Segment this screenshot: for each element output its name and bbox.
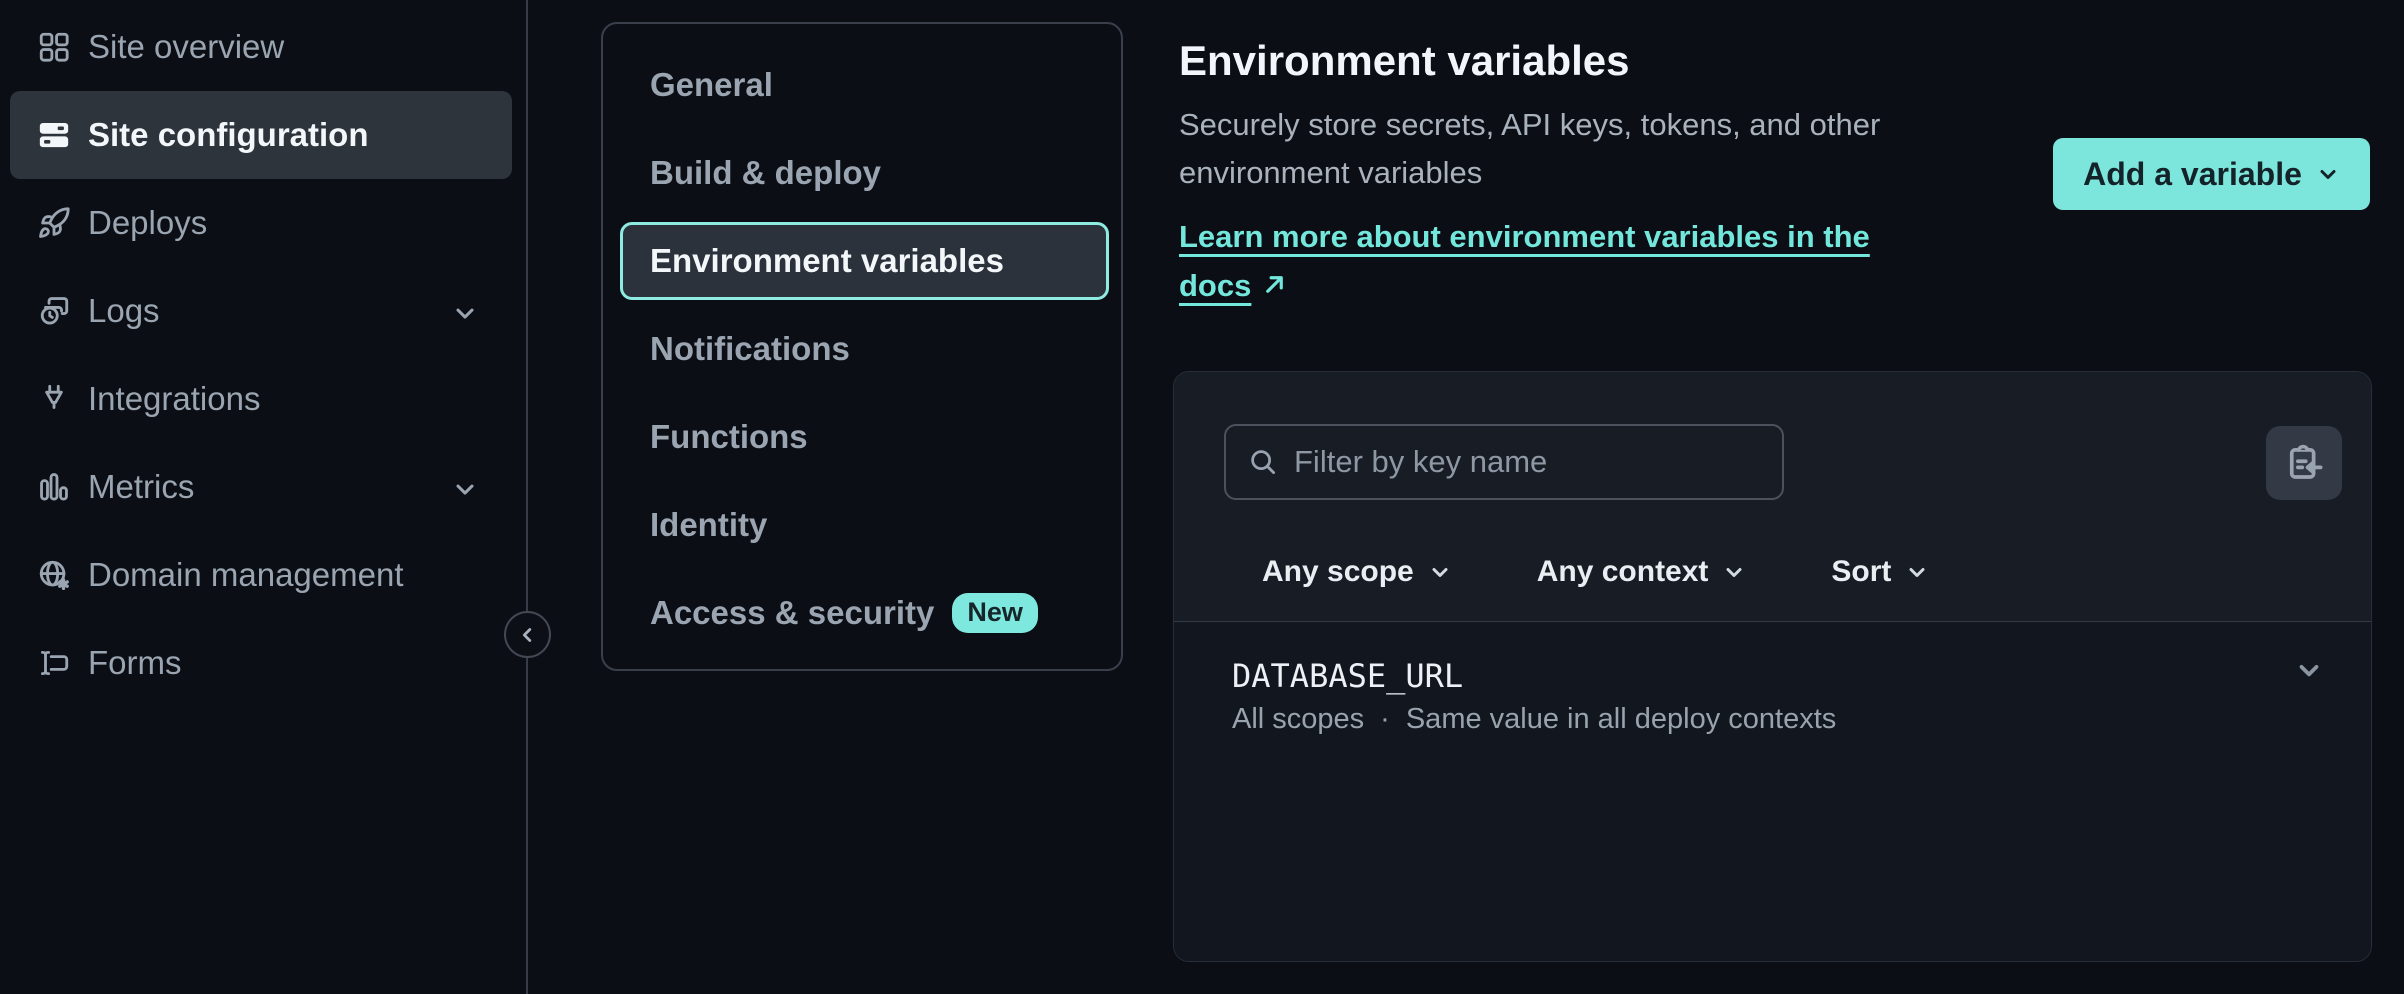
chevron-down-icon (2316, 162, 2340, 186)
settings-nav-item-functions[interactable]: Functions (620, 393, 1109, 481)
chevron-down-icon (1428, 560, 1452, 584)
grid-icon (37, 30, 71, 64)
globe-icon (37, 558, 71, 592)
variable-row[interactable]: DATABASE_URL All scopes · Same value in … (1174, 622, 2371, 772)
filter-search-box[interactable] (1224, 424, 1784, 500)
scope-filter-dropdown[interactable]: Any scope (1262, 555, 1452, 589)
bar-chart-icon (37, 470, 71, 504)
chevron-down-icon (1722, 560, 1746, 584)
settings-nav-panel: General Build & deploy Environment varia… (601, 22, 1123, 671)
sidebar-item-label: Deploys (88, 204, 207, 242)
sidebar-item-deploys[interactable]: Deploys (10, 179, 512, 267)
sidebar-item-label: Site overview (88, 28, 284, 66)
variable-key: DATABASE_URL (1232, 657, 1463, 695)
sidebar: Site overview Site configuration (0, 3, 527, 707)
sidebar-item-label: Site configuration (88, 116, 369, 154)
external-link-arrow-icon (1261, 263, 1288, 312)
settings-nav-item-build-deploy[interactable]: Build & deploy (620, 129, 1109, 217)
variable-meta: All scopes · Same value in all deploy co… (1232, 702, 1836, 736)
plug-icon (37, 382, 71, 416)
variables-list: DATABASE_URL All scopes · Same value in … (1174, 622, 2371, 962)
chevron-down-icon (451, 297, 479, 325)
settings-nav-label: Notifications (650, 330, 850, 368)
page-description: Securely store secrets, API keys, tokens… (1179, 101, 1969, 197)
settings-nav-item-access-security[interactable]: Access & security New (620, 569, 1109, 657)
sort-dropdown[interactable]: Sort (1831, 555, 1929, 589)
settings-nav-label: General (650, 66, 773, 104)
sidebar-item-label: Forms (88, 644, 182, 682)
form-input-icon (37, 646, 71, 680)
sidebar-collapse-button[interactable] (504, 611, 551, 658)
environment-variables-page: Site overview Site configuration (0, 0, 2404, 994)
settings-nav-label: Identity (650, 506, 767, 544)
context-filter-label: Any context (1537, 555, 1709, 589)
settings-nav-label: Access & security (650, 594, 934, 632)
server-icon (37, 118, 71, 152)
settings-nav-item-notifications[interactable]: Notifications (620, 305, 1109, 393)
chevron-down-icon (1905, 560, 1929, 584)
docs-link[interactable]: Learn more about environment variables i… (1179, 212, 1949, 312)
page-title: Environment variables (1179, 37, 1630, 85)
import-env-button[interactable] (2266, 426, 2342, 500)
settings-nav-label: Functions (650, 418, 808, 456)
variables-card: Any scope Any context Sort (1173, 371, 2372, 962)
rocket-icon (37, 206, 71, 240)
sidebar-item-metrics[interactable]: Metrics (10, 443, 512, 531)
expand-row-chevron-icon[interactable] (2294, 655, 2324, 685)
chevron-down-icon (451, 473, 479, 501)
filter-toolbar: Any scope Any context Sort (1174, 372, 2371, 622)
sidebar-item-label: Logs (88, 292, 160, 330)
sidebar-item-logs[interactable]: Logs (10, 267, 512, 355)
settings-nav-item-identity[interactable]: Identity (620, 481, 1109, 569)
clipboard-import-icon (2283, 442, 2325, 484)
settings-nav-item-environment-variables[interactable]: Environment variables (620, 222, 1109, 300)
settings-nav-item-general[interactable]: General (620, 41, 1109, 129)
sidebar-item-label: Integrations (88, 380, 260, 418)
sidebar-item-integrations[interactable]: Integrations (10, 355, 512, 443)
context-filter-dropdown[interactable]: Any context (1537, 555, 1747, 589)
sidebar-item-domain-management[interactable]: Domain management (10, 531, 512, 619)
add-variable-button-label: Add a variable (2083, 156, 2302, 193)
scope-filter-label: Any scope (1262, 555, 1414, 589)
search-icon (1248, 447, 1278, 477)
sidebar-divider (526, 0, 528, 994)
variable-scopes: All scopes (1232, 702, 1364, 736)
settings-nav-label: Environment variables (650, 242, 1004, 280)
chevron-left-icon (517, 624, 539, 646)
sidebar-item-site-configuration[interactable]: Site configuration (10, 91, 512, 179)
filter-dropdown-row: Any scope Any context Sort (1262, 544, 1929, 600)
settings-nav-label: Build & deploy (650, 154, 881, 192)
logs-clock-icon (37, 294, 71, 328)
meta-separator: · (1380, 702, 1390, 736)
sidebar-item-label: Domain management (88, 556, 404, 594)
add-variable-button[interactable]: Add a variable (2053, 138, 2370, 210)
new-badge: New (952, 593, 1038, 633)
sidebar-item-forms[interactable]: Forms (10, 619, 512, 707)
sidebar-item-site-overview[interactable]: Site overview (10, 3, 512, 91)
filter-key-input[interactable] (1294, 444, 1762, 480)
sort-label: Sort (1831, 555, 1891, 589)
variable-contexts: Same value in all deploy contexts (1406, 702, 1836, 736)
sidebar-item-label: Metrics (88, 468, 194, 506)
